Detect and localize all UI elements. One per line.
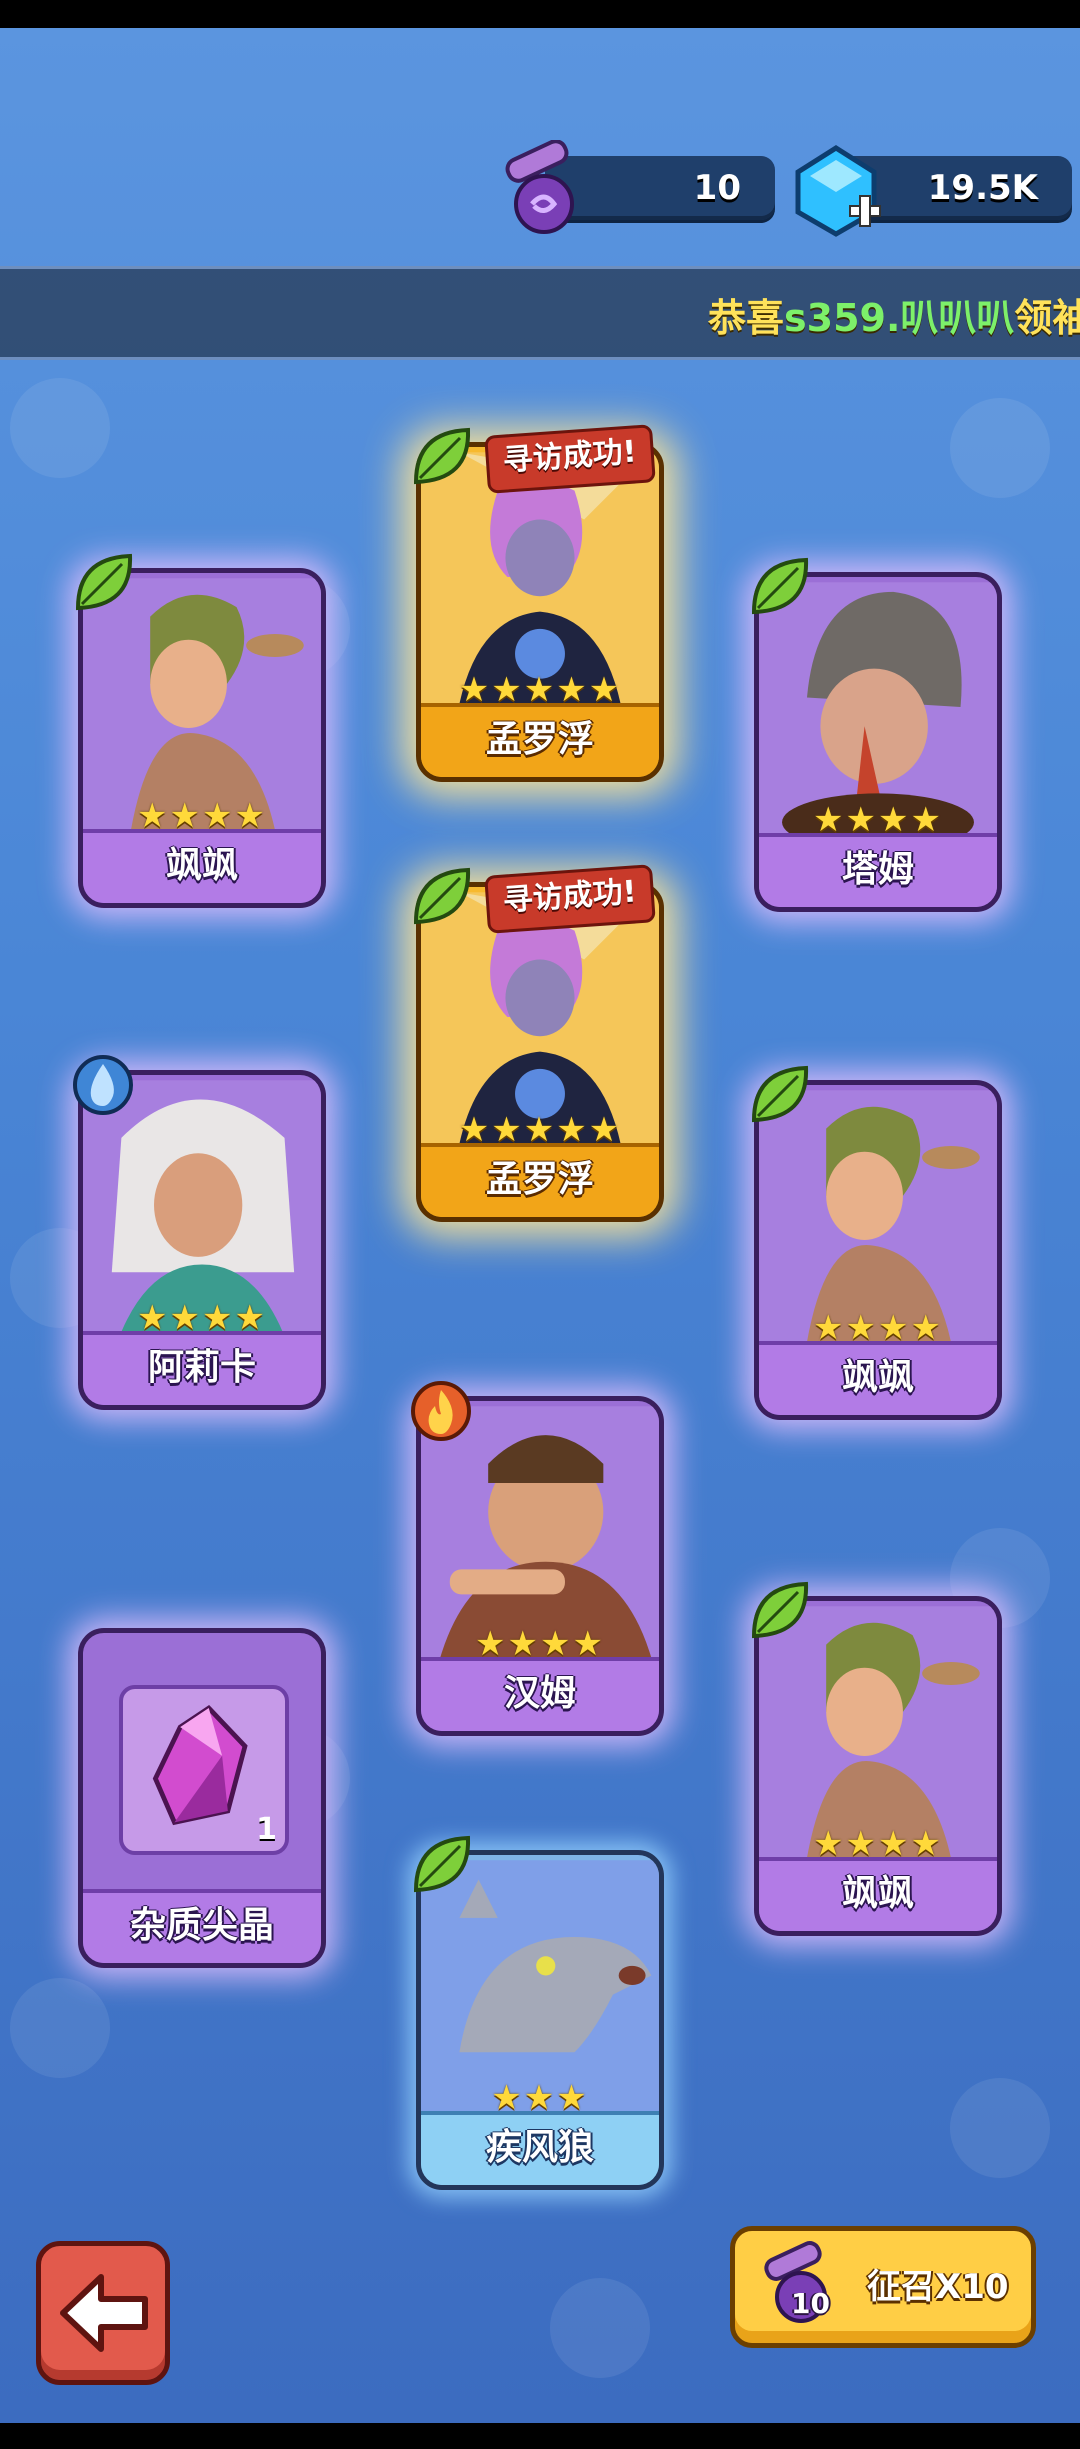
leaf-icon <box>751 557 809 615</box>
item-name: 杂质尖晶 <box>129 1905 274 1946</box>
gem-icon[interactable] <box>790 142 882 238</box>
summon-scroll-icon <box>505 140 574 234</box>
leaf-icon <box>751 1065 809 1123</box>
hero-card[interactable]: ★★★★ 塔姆 <box>751 552 1002 918</box>
star-rating: ★★★★ <box>813 1824 943 1864</box>
item-card[interactable]: 1 杂质尖晶 <box>78 1608 326 1974</box>
leaf-icon <box>413 427 471 485</box>
leaf-icon <box>75 553 133 611</box>
status-bar <box>0 0 1080 28</box>
hero-card[interactable]: ★★★★★ 孟罗浮 寻访成功! <box>413 862 664 1228</box>
hero-name: 飒飒 <box>841 1357 914 1398</box>
fire-icon <box>411 1381 471 1441</box>
recruit-success-banner: 寻访成功! <box>484 864 656 934</box>
hero-name: 孟罗浮 <box>485 1159 594 1200</box>
summon-label: 征召X10 <box>867 2267 1009 2307</box>
hero-name: 塔姆 <box>841 849 914 890</box>
hero-card[interactable]: ★★★★ 飒飒 <box>751 1060 1002 1426</box>
gem-count: 19.5K <box>927 168 1038 208</box>
hero-name: 飒飒 <box>165 845 238 886</box>
hero-name: 飒飒 <box>841 1873 914 1914</box>
announcement-marquee: 恭喜s359.叭叭叭领袖 <box>0 266 1080 360</box>
announcement-text: 恭喜s359.叭叭叭领袖 <box>708 296 1080 340</box>
hero-card[interactable]: ★★★★ 飒飒 <box>751 1576 1002 1942</box>
star-rating: ★★★★★ <box>458 670 622 710</box>
leaf-icon <box>413 867 471 925</box>
recruit-success-banner: 寻访成功! <box>484 424 656 494</box>
navigation-bar <box>0 2423 1080 2449</box>
star-rating: ★★★★ <box>137 1298 267 1338</box>
hero-name: 汉姆 <box>503 1673 576 1714</box>
star-rating: ★★★★★ <box>458 1110 622 1150</box>
item-count: 1 <box>256 1812 277 1847</box>
hero-card[interactable]: ★★★★ 汉姆 <box>411 1376 664 1742</box>
arrow-left-icon <box>60 2274 148 2352</box>
leaf-icon <box>751 1581 809 1639</box>
water-icon <box>73 1055 133 1115</box>
summon-cost: 10 <box>791 2287 830 2320</box>
hero-name: 阿莉卡 <box>147 1347 256 1388</box>
star-rating: ★★★★ <box>813 800 943 840</box>
hero-card[interactable]: ★★★★★ 孟罗浮 寻访成功! <box>413 422 664 788</box>
back-button[interactable] <box>36 2241 170 2385</box>
hero-name: 疾风狼 <box>485 2127 594 2168</box>
hero-card[interactable]: ★★★★ 飒飒 <box>75 548 326 914</box>
summon-x10-button[interactable]: 10 征召X10 <box>730 2226 1036 2348</box>
star-rating: ★★★ <box>491 2078 589 2118</box>
item-tile: 1 <box>119 1685 289 1855</box>
hero-card[interactable]: ★★★ 疾风狼 <box>413 1830 664 2196</box>
hero-card[interactable]: ★★★★ 阿莉卡 <box>73 1050 326 1416</box>
star-rating: ★★★★ <box>137 796 267 836</box>
star-rating: ★★★★ <box>475 1624 605 1664</box>
leaf-icon <box>413 1835 471 1893</box>
star-rating: ★★★★ <box>813 1308 943 1348</box>
scroll-count: 10 <box>693 168 741 208</box>
hero-name: 孟罗浮 <box>485 719 594 760</box>
